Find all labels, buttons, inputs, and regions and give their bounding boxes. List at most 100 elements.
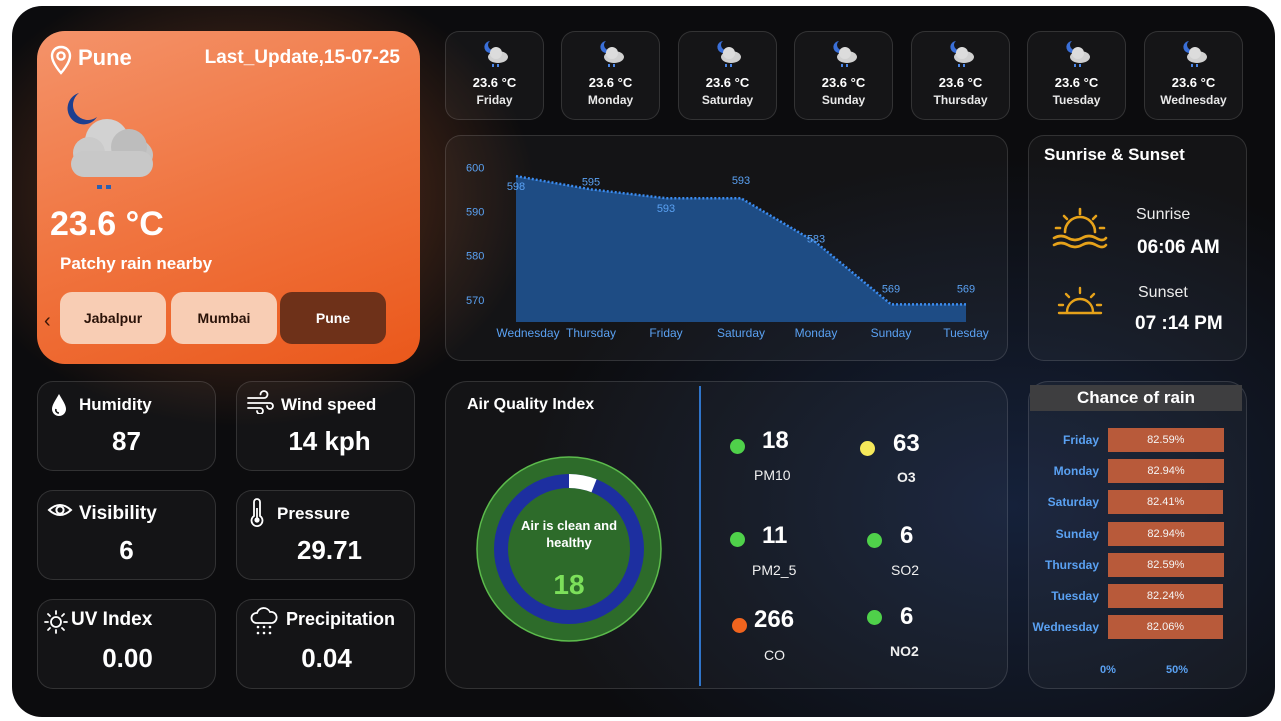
uv-index-tile: UV Index 0.00 (37, 599, 216, 689)
data-label: 583 (807, 233, 825, 245)
last-update: Last_Update,15-07-25 (204, 47, 400, 68)
wind-speed-label: Wind speed (281, 395, 377, 414)
humidity-label: Humidity (79, 395, 152, 414)
co-status-dot (732, 618, 747, 633)
sunset-label: Sunset (1138, 284, 1188, 301)
moon-cloud-rain-icon (833, 41, 857, 67)
forecast-temp: 23.6 °C (1054, 75, 1099, 90)
pm10-value: 18 (762, 427, 789, 454)
precipitation-value: 0.04 (301, 643, 352, 673)
uv-index-label: UV Index (71, 609, 153, 630)
x-tick-label: Saturday (717, 326, 765, 340)
weather-dashboard: Pune Last_Update,15-07-25 23.6 °C Patchy… (12, 6, 1275, 717)
forecast-temp: 23.6 °C (821, 75, 866, 90)
rain-axis-tick: 50% (1166, 664, 1189, 676)
current-condition: Patchy rain nearby (60, 254, 213, 273)
forecast-day: Monday (587, 93, 634, 107)
o3-label: O3 (897, 469, 916, 485)
data-label: 593 (657, 203, 675, 215)
rain-day-label: Tuesday (1051, 589, 1099, 603)
forecast-day: Tuesday (1052, 93, 1101, 107)
rain-bar: 82.59% (1108, 552, 1224, 577)
aqi-title: Air Quality Index (467, 396, 595, 413)
moon-cloud-rain-icon (717, 41, 741, 67)
o3-status-dot (860, 441, 875, 456)
wind-icon (247, 390, 274, 414)
data-label: 593 (732, 175, 750, 187)
rain-day-label: Saturday (1047, 495, 1099, 510)
data-label: 598 (507, 181, 525, 193)
forecast-tile[interactable]: 23.6 °C Tuesday (1027, 31, 1126, 120)
y-tick-label: 600 (466, 162, 484, 174)
forecast-temp: 23.6 °C (705, 75, 750, 90)
pressure-value: 29.71 (296, 535, 363, 565)
x-tick-label: Wednesday (496, 326, 559, 340)
moon-cloud-rain-icon (484, 41, 508, 67)
rain-day-label: Wednesday (1032, 620, 1099, 635)
o3-value: 63 (893, 430, 920, 457)
eye-icon (47, 504, 73, 516)
pm2-5-value: 11 (762, 522, 788, 549)
wind-speed-tile: Wind speed 14 kph (236, 381, 415, 471)
precipitation-label: Precipitation (286, 609, 396, 629)
rain-day-label: Monday (1053, 464, 1099, 479)
city-name: Pune (78, 45, 132, 70)
chance-of-rain-title: Chance of rain (1030, 385, 1242, 411)
rain-day-label: Sunday (1055, 526, 1099, 541)
forecast-tile[interactable]: 23.6 °C Wednesday (1144, 31, 1243, 120)
pressure-label: Pressure (277, 504, 350, 523)
moon-cloud-rain-icon (950, 41, 974, 67)
trend-chart-svg: 600 590 580 570 598 595 593 593 583 569 569 Wednesd… (466, 162, 989, 340)
city-button-mumbai[interactable]: Mumbai (171, 292, 277, 344)
pm2-5-status-dot (730, 532, 745, 547)
x-tick-label: Thursday (566, 326, 616, 340)
rain-bar: 82.24% (1108, 584, 1224, 608)
moon-cloud-rain-icon (67, 93, 153, 189)
aqi-value: 18 (553, 569, 585, 600)
city-button-pune[interactable]: Pune (280, 292, 386, 344)
forecast-day: Friday (476, 93, 513, 107)
city-button-jabalpur[interactable]: Jabalpur (60, 292, 166, 344)
forecast-day: Sunday (821, 93, 866, 107)
humidity-value: 87 (112, 426, 141, 456)
aqi-divider (699, 386, 701, 686)
sun-panel-title: Sunrise & Sunset (1044, 145, 1185, 164)
co-label: CO (764, 647, 785, 663)
rain-bar: 82.06% (1108, 615, 1223, 640)
rain-bar: 82.41% (1108, 490, 1224, 515)
visibility-label: Visibility (79, 503, 157, 524)
forecast-temp: 23.6 °C (588, 75, 633, 90)
y-tick-label: 570 (466, 295, 484, 307)
forecast-tile[interactable]: 23.6 °C Thursday (911, 31, 1010, 120)
forecast-tile[interactable]: 23.6 °C Sunday (794, 31, 893, 120)
wind-speed-value: 14 kph (288, 426, 371, 456)
forecast-temp: 23.6 °C (472, 75, 517, 90)
precipitation-tile: Precipitation 0.04 (236, 599, 415, 689)
sun-icon (44, 610, 68, 634)
humidity-tile: Humidity 87 (37, 381, 216, 471)
visibility-value: 6 (119, 535, 134, 565)
current-temperature: 23.6 °C (50, 205, 164, 243)
data-label: 569 (882, 283, 900, 295)
visibility-tile: Visibility 6 (37, 490, 216, 580)
no2-status-dot (867, 610, 882, 625)
pm10-status-dot (730, 439, 745, 454)
no2-label: NO2 (890, 643, 919, 659)
rain-day-label: Thursday (1044, 557, 1099, 572)
forecast-tile[interactable]: 23.6 °C Saturday (678, 31, 777, 120)
rain-axis-tick: 0% (1100, 664, 1116, 676)
chance-of-rain-panel: Chance of rain Friday 82.59% Monday 82.94% S… (1028, 381, 1247, 689)
rain-cloud-icon (250, 607, 278, 635)
x-tick-label: Friday (649, 326, 682, 340)
chevron-left-icon[interactable]: ‹ (44, 310, 51, 333)
pressure-tile: Pressure 29.71 (236, 490, 415, 580)
so2-value: 6 (900, 522, 914, 549)
forecast-tile[interactable]: 23.6 °C Monday (561, 31, 660, 120)
so2-label: SO2 (891, 562, 920, 578)
sunrise-icon (1052, 207, 1108, 249)
uv-index-value: 0.00 (102, 643, 153, 673)
forecast-temp: 23.6 °C (938, 75, 983, 90)
forecast-tile[interactable]: 23.6 °C Friday (445, 31, 544, 120)
moon-cloud-rain-icon (1066, 41, 1090, 67)
location-pin-icon (50, 45, 72, 75)
